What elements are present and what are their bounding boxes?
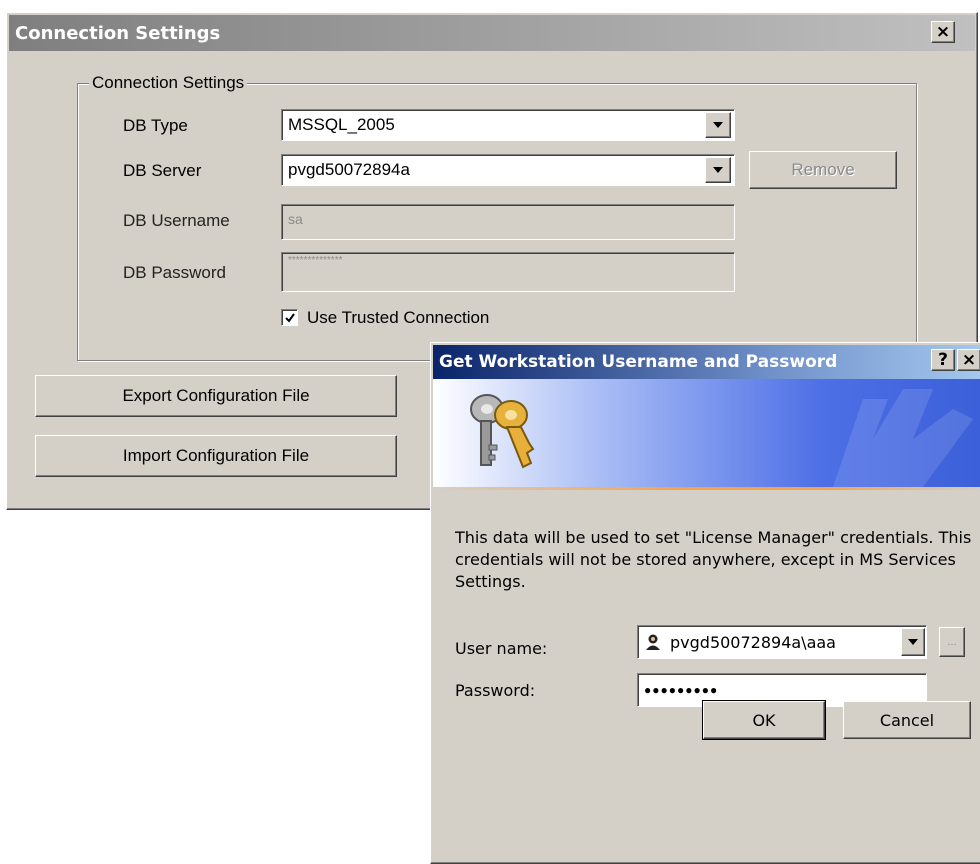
- ok-button[interactable]: OK: [702, 700, 826, 740]
- close-icon: ×: [961, 350, 977, 370]
- remove-label: Remove: [791, 160, 855, 179]
- dialog-titlebar[interactable]: Get Workstation Username and Password: [433, 345, 980, 379]
- banner-accent-line: [433, 487, 980, 490]
- main-titlebar[interactable]: Connection Settings: [9, 15, 975, 51]
- username-value: pvgd50072894a\aaa: [670, 632, 836, 652]
- db-server-value: pvgd50072894a: [288, 160, 410, 179]
- db-username-label: DB Username: [123, 211, 230, 230]
- trusted-connection-label[interactable]: Use Trusted Connection: [307, 308, 489, 328]
- db-type-select[interactable]: MSSQL_2005: [281, 109, 735, 141]
- main-title: Connection Settings: [15, 22, 221, 44]
- dialog-help-button[interactable]: ?: [931, 349, 955, 371]
- db-type-label: DB Type: [123, 116, 188, 135]
- banner-watermark-icon: [833, 389, 973, 487]
- cancel-label: Cancel: [879, 710, 935, 730]
- browse-user-button[interactable]: ...: [939, 627, 965, 657]
- username-label: User name:: [455, 639, 548, 658]
- db-username-input[interactable]: sa: [281, 204, 735, 240]
- group-title: Connection Settings: [89, 73, 248, 93]
- password-label: Password:: [455, 681, 536, 700]
- username-dropdown-button[interactable]: [901, 628, 925, 656]
- db-server-dropdown-button[interactable]: [705, 157, 731, 183]
- credentials-dialog: Get Workstation Username and Password ? …: [430, 342, 980, 864]
- export-config-label: Export Configuration File: [122, 386, 310, 405]
- keys-icon: [470, 394, 535, 469]
- export-config-button[interactable]: Export Configuration File: [35, 375, 397, 417]
- username-combo[interactable]: pvgd50072894a\aaa: [637, 625, 927, 659]
- db-type-value: MSSQL_2005: [288, 115, 395, 134]
- dialog-close-button[interactable]: ×: [957, 349, 980, 371]
- remove-button[interactable]: Remove: [749, 151, 897, 189]
- user-account-icon: [646, 634, 660, 650]
- trusted-connection-checkbox[interactable]: [281, 309, 298, 326]
- db-server-label: DB Server: [123, 161, 202, 180]
- dropdown-arrow-icon: [908, 639, 918, 645]
- dropdown-arrow-icon: [713, 122, 723, 128]
- browse-user-label: ...: [947, 636, 957, 648]
- db-server-combo[interactable]: pvgd50072894a: [281, 154, 735, 186]
- db-type-dropdown-button[interactable]: [705, 112, 731, 138]
- db-password-value: **************: [288, 255, 343, 266]
- db-password-label: DB Password: [123, 263, 226, 282]
- dropdown-arrow-icon: [713, 167, 723, 173]
- cancel-button[interactable]: Cancel: [843, 701, 971, 739]
- import-config-label: Import Configuration File: [122, 446, 310, 465]
- password-value: ●●●●●●●●●: [644, 683, 719, 697]
- db-password-input[interactable]: **************: [281, 252, 735, 292]
- dialog-banner: [433, 379, 980, 487]
- ok-label: OK: [752, 710, 776, 730]
- db-username-value: sa: [288, 211, 303, 227]
- help-icon: ?: [938, 350, 948, 370]
- dialog-title: Get Workstation Username and Password: [439, 352, 838, 372]
- main-close-button[interactable]: ×: [931, 21, 955, 43]
- close-icon: ×: [935, 22, 951, 42]
- checkmark-icon: [284, 312, 295, 323]
- import-config-button[interactable]: Import Configuration File: [35, 435, 397, 477]
- dialog-description: This data will be used to set "License M…: [455, 528, 972, 591]
